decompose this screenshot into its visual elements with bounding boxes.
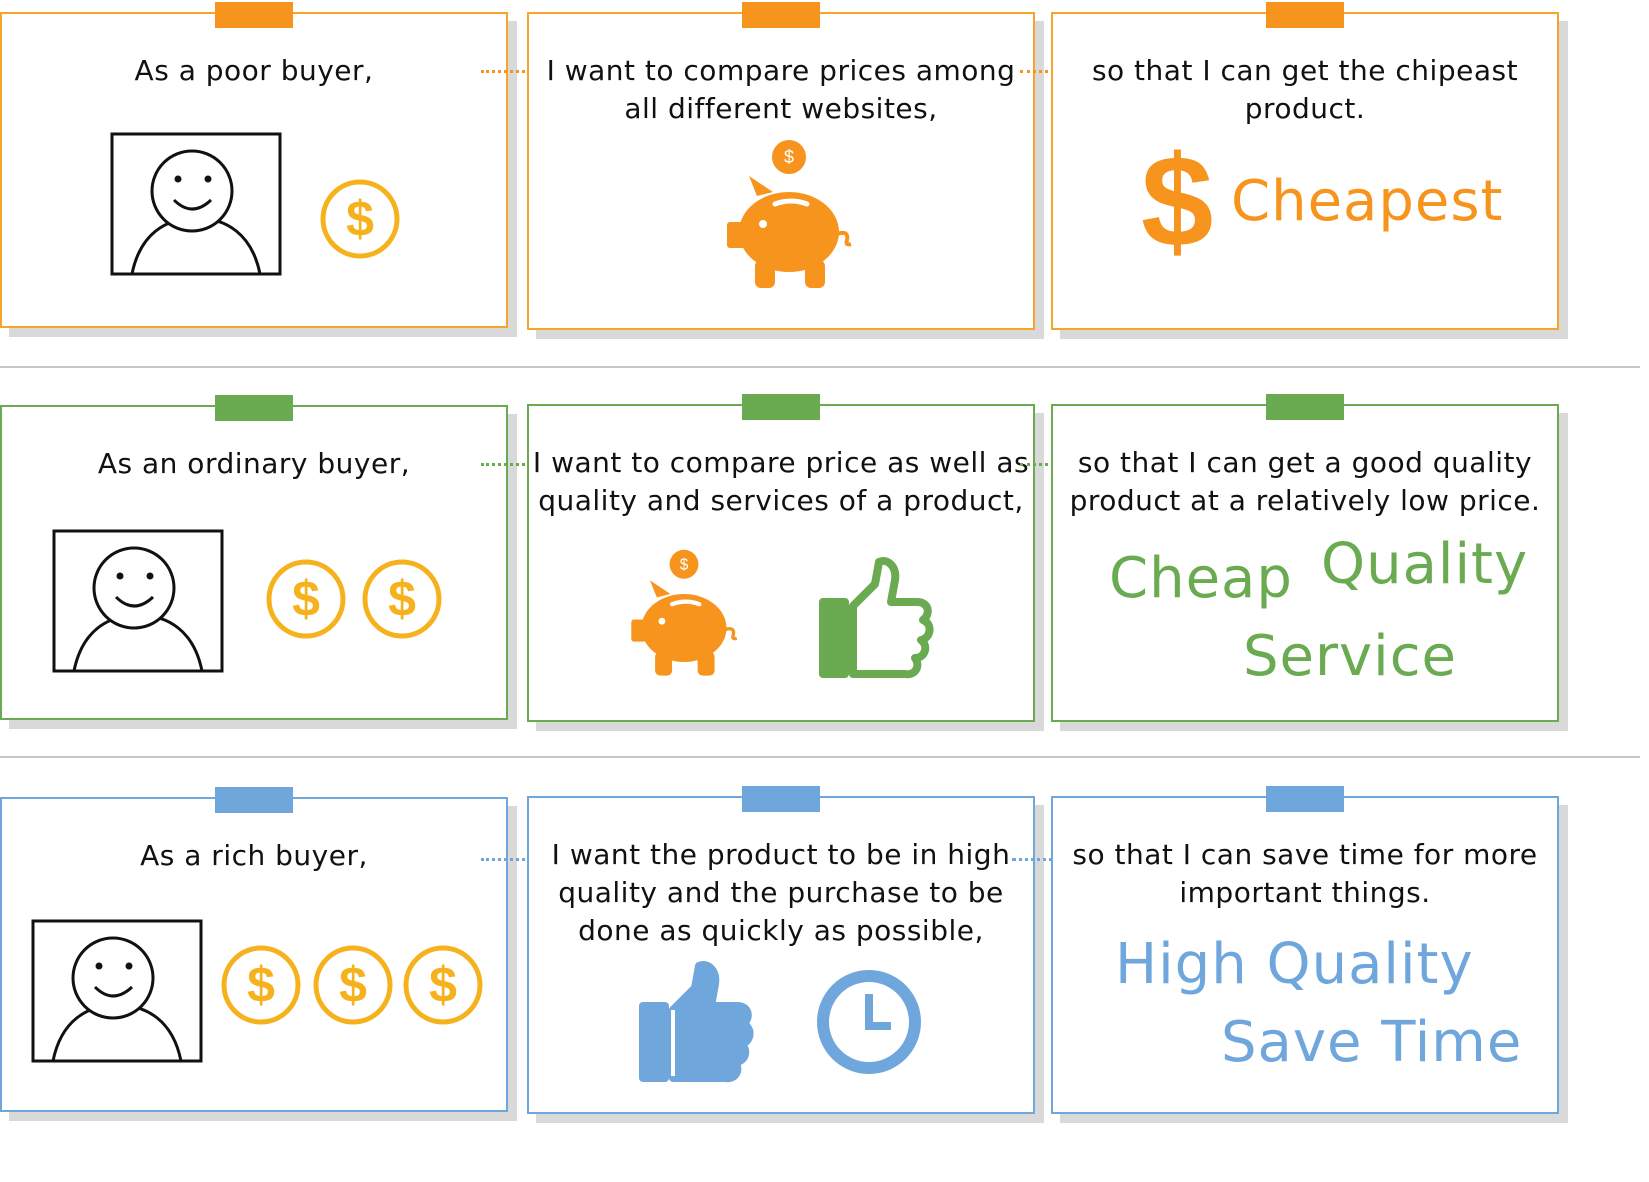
keyword-service: Service bbox=[1243, 624, 1457, 689]
role-card: As an ordinary buyer, bbox=[0, 395, 508, 720]
tape-strip bbox=[1266, 2, 1344, 28]
keyword-quality: Quality bbox=[1321, 532, 1529, 597]
tape-strip bbox=[742, 786, 820, 812]
want-card: I want to compare prices among all diffe… bbox=[527, 2, 1035, 330]
row-divider bbox=[0, 366, 1640, 368]
piggy-bank-icon bbox=[629, 546, 759, 686]
keyword-cheap: Cheap bbox=[1109, 546, 1293, 611]
tape-strip bbox=[742, 2, 820, 28]
goal-text: so that I can get the chipeast product. bbox=[1091, 54, 1519, 125]
coin-icon bbox=[266, 559, 346, 639]
coin-icon bbox=[362, 559, 442, 639]
keyword-cheapest: Cheapest bbox=[1231, 169, 1504, 234]
goal-card: so that I can get the chipeast product. … bbox=[1051, 2, 1559, 330]
role-card: As a rich buyer, bbox=[0, 787, 508, 1112]
goal-card: so that I can get a good quality product… bbox=[1051, 394, 1559, 722]
role-card: As a poor buyer, bbox=[0, 2, 508, 328]
tape-strip bbox=[215, 787, 293, 813]
want-text: I want to compare price as well as quali… bbox=[532, 446, 1030, 517]
want-text: I want to compare prices among all diffe… bbox=[546, 54, 1016, 125]
tape-strip bbox=[1266, 394, 1344, 420]
dollar-sign-icon: $ bbox=[1141, 128, 1215, 274]
buyer-avatar bbox=[110, 132, 282, 276]
want-text: I want the product to be in high quality… bbox=[551, 838, 1011, 947]
piggy-bank-icon bbox=[729, 144, 859, 294]
thumbs-up-icon bbox=[819, 557, 934, 679]
coin-icon bbox=[320, 179, 400, 259]
buyer-avatar bbox=[31, 919, 203, 1063]
keyword-save-time: Save Time bbox=[1221, 1010, 1523, 1075]
tape-strip bbox=[215, 395, 293, 421]
buyer-avatar bbox=[52, 529, 224, 673]
goal-card: so that I can save time for more importa… bbox=[1051, 786, 1559, 1114]
coin-icon bbox=[221, 945, 301, 1025]
want-card: I want the product to be in high quality… bbox=[527, 786, 1035, 1114]
tape-strip bbox=[1266, 786, 1344, 812]
coin-icon bbox=[313, 945, 393, 1025]
tape-strip bbox=[215, 2, 293, 28]
role-text: As an ordinary buyer, bbox=[97, 447, 411, 480]
role-text: As a poor buyer, bbox=[134, 54, 374, 87]
clock-icon bbox=[817, 970, 921, 1074]
goal-text: so that I can get a good quality product… bbox=[1069, 446, 1541, 517]
want-card: I want to compare price as well as quali… bbox=[527, 394, 1035, 722]
tape-strip bbox=[742, 394, 820, 420]
role-text: As a rich buyer, bbox=[140, 839, 368, 872]
goal-text: so that I can save time for more importa… bbox=[1072, 838, 1538, 909]
row-divider bbox=[0, 756, 1640, 758]
thumbs-up-icon bbox=[639, 961, 754, 1083]
keyword-high-quality: High Quality bbox=[1115, 932, 1474, 997]
coin-icon bbox=[403, 945, 483, 1025]
